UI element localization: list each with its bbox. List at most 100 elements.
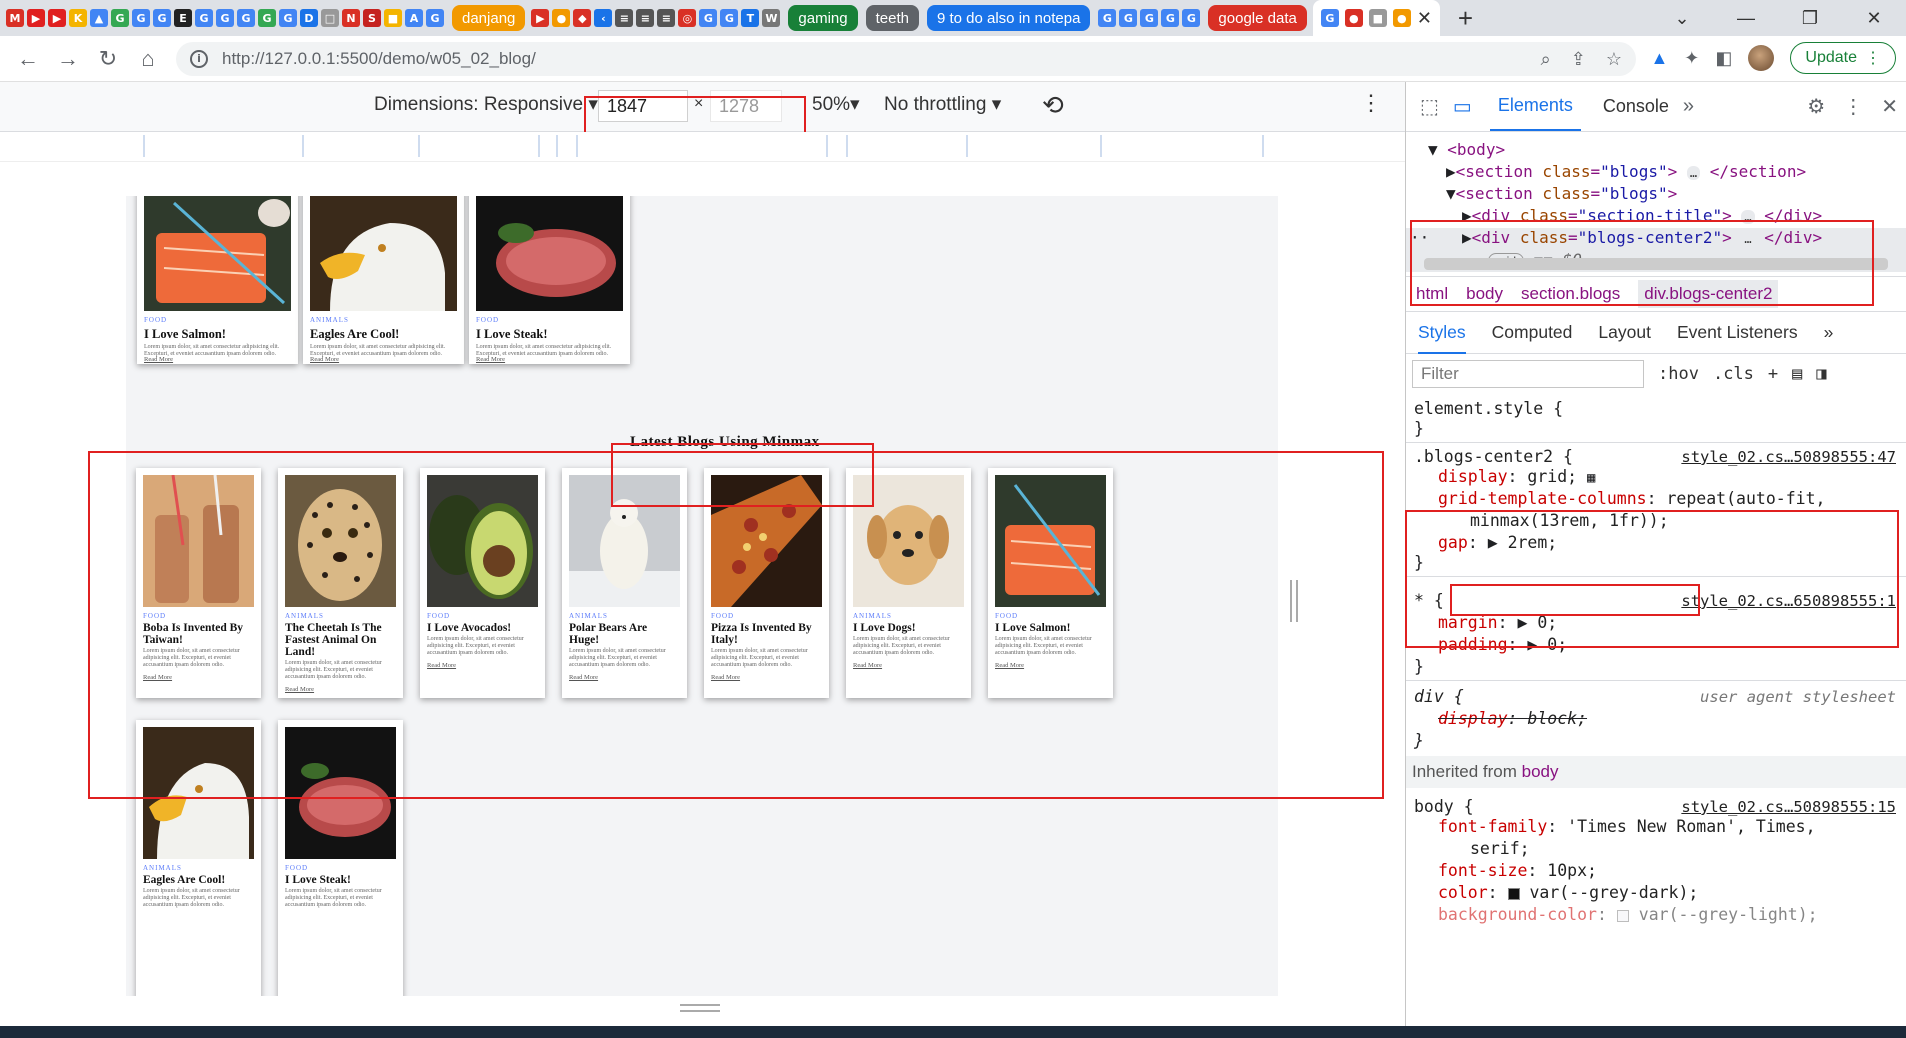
bookmark-icon[interactable]: ● <box>552 9 571 27</box>
bookmark-icon[interactable]: ■ <box>384 9 402 27</box>
address-bar[interactable]: i http://127.0.0.1:5500/demo/w05_02_blog… <box>176 42 1636 76</box>
paint-icon[interactable]: ▤ <box>1792 364 1802 384</box>
ellipsis-badge[interactable]: … <box>1686 166 1701 180</box>
google-icon[interactable]: G <box>1098 9 1117 27</box>
google-icon[interactable]: G <box>1140 9 1159 27</box>
google-icon[interactable]: G <box>216 9 234 27</box>
device-toggle-icon[interactable]: ▭ <box>1453 94 1472 119</box>
google-icon[interactable]: G <box>237 9 255 27</box>
bookmark-icon[interactable]: ≡ <box>636 9 655 27</box>
dom-node-section[interactable]: ▼<section class="blogs"> <box>1446 184 1677 203</box>
tab-search-icon[interactable]: ⌄ <box>1650 8 1714 29</box>
subtab-styles[interactable]: Styles <box>1418 312 1466 354</box>
close-devtools-icon[interactable]: ✕ <box>1881 94 1898 119</box>
bookmark-icon[interactable]: S <box>363 9 381 27</box>
expand-arrow-icon[interactable]: ▶ <box>1446 162 1456 181</box>
tab-group-danjang[interactable]: danjang <box>452 5 526 31</box>
dom-node-section[interactable]: ▶<section class="blogs"> … </section> <box>1446 162 1806 181</box>
new-rule-icon[interactable]: + <box>1768 364 1778 384</box>
side-panel-icon[interactable]: ◧ <box>1715 48 1732 69</box>
gmail-icon[interactable]: M <box>6 9 24 27</box>
avatar[interactable] <box>1748 45 1775 71</box>
bookmark-star-icon[interactable]: ☆ <box>1606 49 1622 70</box>
bookmark-icon[interactable]: ≡ <box>657 9 676 27</box>
read-more-link[interactable]: Read More <box>476 356 505 363</box>
zoom-icon[interactable]: ⌕ <box>1541 49 1551 70</box>
decl-grid-template-columns[interactable]: grid-template-columns: repeat(auto-fit, <box>1438 490 1898 508</box>
google-icon[interactable]: G <box>195 9 213 27</box>
cls-toggle[interactable]: .cls <box>1713 364 1754 384</box>
sidebar-toggle-icon[interactable]: ◨ <box>1816 364 1826 384</box>
google-icon[interactable]: G <box>1161 9 1180 27</box>
youtube-icon[interactable]: ▶ <box>48 9 66 27</box>
netflix-icon[interactable]: N <box>342 9 360 27</box>
keep-icon[interactable]: K <box>69 9 87 27</box>
resize-handle-bottom[interactable] <box>680 1004 720 1012</box>
hov-toggle[interactable]: :hov <box>1658 364 1699 384</box>
docs-icon[interactable]: D <box>300 9 318 27</box>
drive-icon[interactable]: ▲ <box>90 9 108 27</box>
read-more-link[interactable]: Read More <box>144 356 173 363</box>
collapse-arrow-icon[interactable]: ▼ <box>1428 140 1438 159</box>
close-window-icon[interactable]: ✕ <box>1842 8 1906 29</box>
tab-group-todo[interactable]: 9 to do also in notepa <box>926 5 1091 31</box>
read-more-link[interactable]: Read More <box>310 356 339 363</box>
more-tabs-icon[interactable]: » <box>1683 95 1694 118</box>
dimensions-dropdown[interactable]: Dimensions: Responsive ▾ <box>374 93 598 116</box>
rotate-icon[interactable]: ⟲ <box>1042 90 1064 121</box>
filter-input[interactable]: Filter <box>1412 360 1644 388</box>
subtab-layout[interactable]: Layout <box>1598 322 1651 343</box>
dom-node-body[interactable]: ▼ <body> <box>1428 140 1505 159</box>
tab-group-gaming[interactable]: gaming <box>788 5 858 31</box>
reload-icon[interactable]: ↻ <box>88 46 128 72</box>
google-icon[interactable]: G <box>1182 9 1201 27</box>
sheets-icon[interactable]: G <box>111 9 129 27</box>
color-swatch[interactable] <box>1507 887 1520 900</box>
decl-font-size[interactable]: font-size: 10px; <box>1438 862 1898 880</box>
subtab-computed[interactable]: Computed <box>1492 322 1573 343</box>
collapse-arrow-icon[interactable]: ▼ <box>1446 184 1456 203</box>
drive-extension-icon[interactable]: ▲ <box>1650 48 1668 69</box>
google-icon[interactable]: G <box>132 9 150 27</box>
youtube-icon[interactable]: ▶ <box>531 9 550 27</box>
color-swatch[interactable] <box>1616 909 1629 922</box>
inherited-element-link[interactable]: body <box>1522 762 1559 781</box>
more-subtabs-icon[interactable]: » <box>1824 322 1834 343</box>
settings-gear-icon[interactable]: ⚙ <box>1807 94 1825 119</box>
forward-icon[interactable]: → <box>48 46 88 72</box>
tab-elements[interactable]: Elements <box>1489 83 1581 131</box>
bookmark-icon[interactable]: W <box>762 9 781 27</box>
minimize-icon[interactable]: — <box>1714 8 1778 29</box>
active-tab[interactable]: G ● ■ ● ✕ <box>1312 0 1440 36</box>
bookmark-icon[interactable]: A <box>405 9 423 27</box>
more-options-icon[interactable]: ⋮ <box>1360 90 1382 116</box>
bookmark-icon[interactable]: ◆ <box>573 9 592 27</box>
zoom-dropdown[interactable]: 50%▾ <box>812 93 860 116</box>
home-icon[interactable]: ⌂ <box>128 46 168 72</box>
google-icon[interactable]: G <box>153 9 171 27</box>
decl-color[interactable]: color: var(--grey-dark); <box>1438 884 1898 902</box>
site-info-icon[interactable]: i <box>190 50 208 68</box>
inspect-element-icon[interactable]: ⬚ <box>1420 94 1439 119</box>
decl-background-color[interactable]: background-color: var(--grey-light); <box>1438 906 1898 924</box>
google-icon[interactable]: G <box>426 9 444 27</box>
back-icon[interactable]: ← <box>8 46 48 72</box>
maximize-icon[interactable]: ❐ <box>1778 8 1842 29</box>
new-tab-icon[interactable]: + <box>1458 3 1473 34</box>
tab-console[interactable]: Console <box>1603 96 1669 117</box>
google-icon[interactable]: G <box>720 9 739 27</box>
google-icon[interactable]: G <box>279 9 297 27</box>
share-icon[interactable]: ⇪ <box>1571 49 1586 70</box>
decl-font-family[interactable]: font-family: 'Times New Roman', Times, <box>1438 818 1898 836</box>
youtube-icon[interactable]: ▶ <box>27 9 45 27</box>
google-icon[interactable]: G <box>699 9 718 27</box>
grid-editor-icon[interactable]: ▦ <box>1587 470 1595 486</box>
rule-source-link[interactable]: style_02.cs…50898555:47 <box>1681 448 1896 466</box>
google-icon[interactable]: G <box>258 9 276 27</box>
devtools-menu-icon[interactable]: ⋮ <box>1843 94 1863 119</box>
element-style-rule[interactable]: element.style { <box>1414 400 1898 418</box>
bookmark-icon[interactable]: ‹ <box>594 9 613 27</box>
tab-group-google-data[interactable]: google data <box>1208 5 1307 31</box>
bookmark-icon[interactable]: ≡ <box>615 9 634 27</box>
rule-source-link[interactable]: style_02.cs…50898555:15 <box>1681 798 1896 816</box>
